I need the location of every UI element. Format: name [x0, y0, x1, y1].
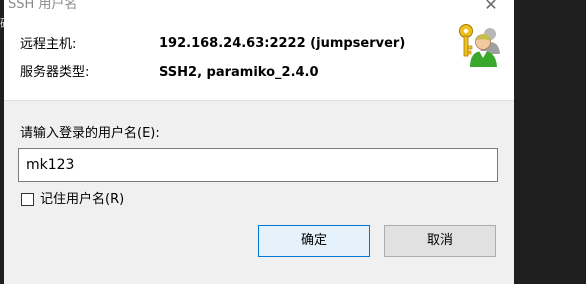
username-input[interactable]	[18, 148, 498, 182]
remember-username-label[interactable]: 记住用户名(R)	[40, 191, 124, 209]
host-value: 192.168.24.63:2222 (jumpserver)	[159, 36, 406, 51]
connection-info-panel	[4, 16, 514, 100]
close-button[interactable]: ✕	[478, 0, 504, 16]
server-type-label: 服务器类型:	[20, 65, 90, 80]
divider	[4, 100, 514, 101]
server-type-value: SSH2, paramiko_2.4.0	[159, 65, 319, 80]
users-key-icon	[459, 24, 500, 67]
title-bar[interactable]: SSH 用户名 ✕	[4, 0, 514, 16]
ok-button[interactable]: 确定	[258, 225, 370, 257]
username-prompt: 请输入登录的用户名(E):	[20, 126, 160, 141]
dialog-title: SSH 用户名	[8, 0, 78, 12]
remember-username-checkbox[interactable]	[21, 193, 34, 206]
ssh-username-dialog: SSH 用户名 ✕ 远程主机: 192.168.24.63:2222 (jump…	[4, 0, 514, 284]
host-label: 远程主机:	[20, 37, 77, 52]
cancel-button[interactable]: 取消	[384, 225, 496, 257]
